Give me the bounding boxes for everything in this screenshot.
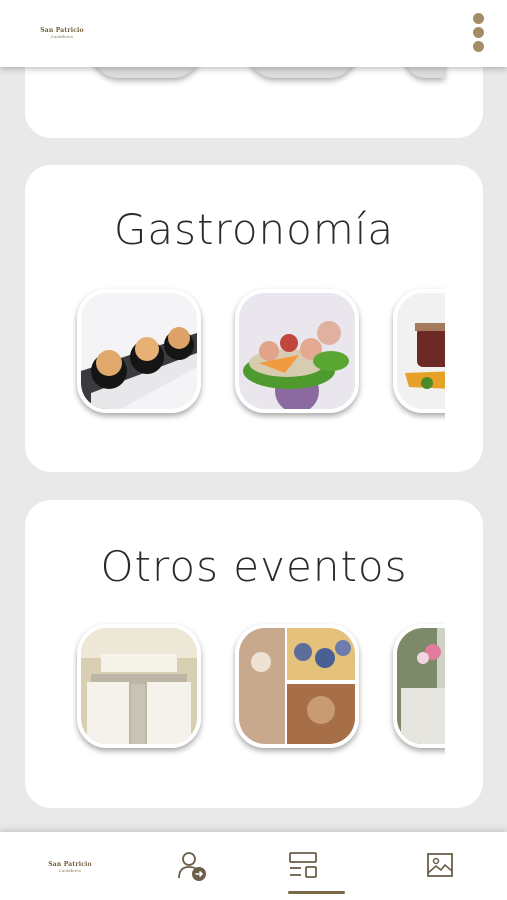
user-arrow-icon	[178, 852, 206, 881]
section-card-otros-eventos: Otros eventos	[25, 500, 483, 808]
thumbnail-evento-2[interactable]	[235, 624, 359, 748]
thumbnail-carousel[interactable]	[73, 283, 445, 423]
section-title: Otros eventos	[100, 542, 408, 591]
section-card-gastronomia: Gastronomía	[25, 165, 483, 472]
thumbnail-carousel[interactable]	[73, 618, 445, 758]
brand-subtitle: Cantábrico	[58, 868, 82, 873]
thumbnail-gastro-2[interactable]	[235, 289, 359, 413]
brand-logo-small: San Patricio Cantábrico	[44, 862, 96, 873]
thumbnail-gastro-1[interactable]	[77, 289, 201, 413]
brand-subtitle: Cantábrico	[50, 34, 74, 39]
thumbnail-evento-3[interactable]	[393, 624, 445, 748]
top-app-bar: San Patricio Cantábrico	[0, 0, 507, 67]
thumbnail-evento-1[interactable]	[77, 624, 201, 748]
image-icon	[427, 853, 453, 877]
nav-gallery[interactable]	[395, 832, 485, 900]
nav-events[interactable]	[258, 832, 348, 900]
more-options-icon[interactable]	[471, 13, 485, 65]
brand-logo[interactable]: San Patricio Cantábrico	[36, 28, 88, 39]
nav-home[interactable]: San Patricio Cantábrico	[24, 832, 114, 900]
bottom-navigation: San Patricio Cantábrico	[0, 832, 507, 900]
layout-list-icon	[289, 852, 317, 878]
section-title: Gastronomía	[113, 205, 395, 254]
active-tab-indicator	[288, 891, 345, 894]
thumbnail-gastro-3[interactable]	[393, 289, 445, 413]
nav-profile[interactable]	[148, 832, 238, 900]
